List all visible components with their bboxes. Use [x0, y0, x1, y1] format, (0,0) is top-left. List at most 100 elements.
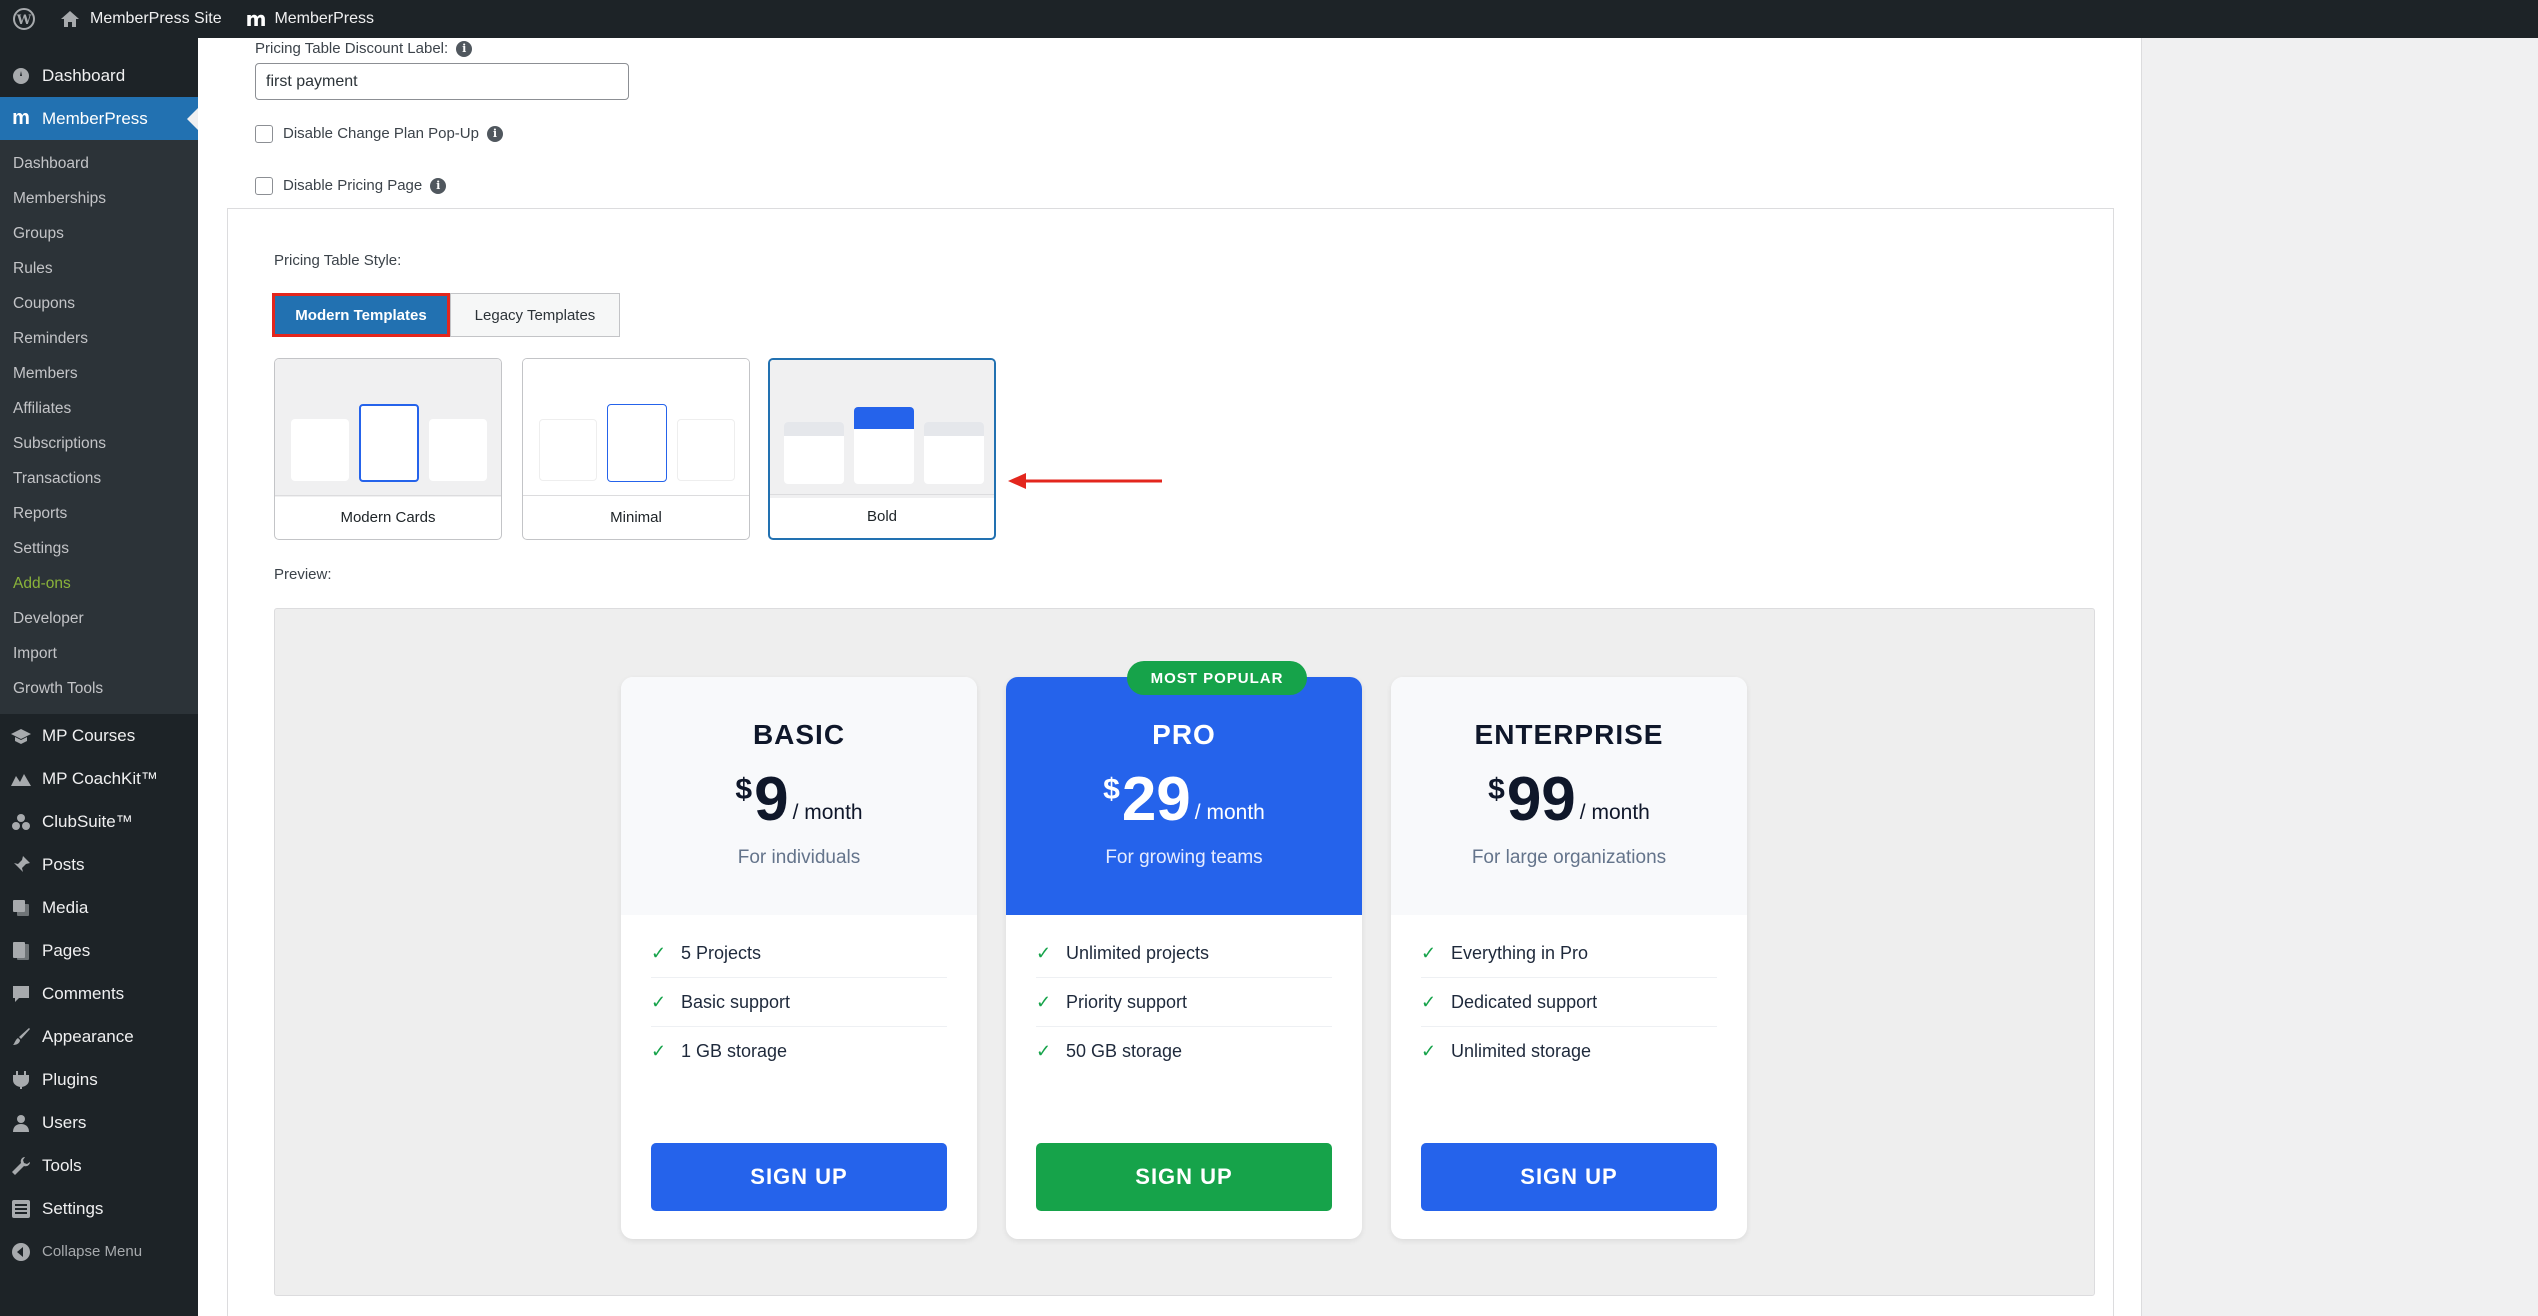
- submenu-import[interactable]: Import: [0, 636, 198, 671]
- thumb-card: [429, 419, 487, 481]
- menu-memberpress[interactable]: m MemberPress: [0, 97, 198, 140]
- submenu-addons[interactable]: Add-ons: [0, 566, 198, 601]
- submenu-reminders[interactable]: Reminders: [0, 321, 198, 356]
- site-name-link[interactable]: MemberPress Site: [48, 0, 234, 38]
- card-header: BASIC $ 9 / month For individuals: [621, 677, 977, 915]
- users-icon: [10, 1112, 32, 1134]
- signup-button-basic[interactable]: SIGN UP: [651, 1143, 947, 1211]
- template-bold[interactable]: Bold: [768, 358, 996, 540]
- submenu-subscriptions[interactable]: Subscriptions: [0, 426, 198, 461]
- template-modern-cards[interactable]: Modern Cards: [274, 358, 502, 540]
- feature-item: ✓ Dedicated support: [1421, 978, 1717, 1027]
- template-thumbnail: [275, 359, 501, 497]
- info-icon[interactable]: i: [456, 40, 473, 57]
- courses-icon: [10, 725, 32, 747]
- pin-icon: [10, 854, 32, 876]
- disable-pricing-page-checkbox[interactable]: [255, 177, 273, 195]
- menu-media[interactable]: Media: [0, 886, 198, 929]
- submenu-affiliates[interactable]: Affiliates: [0, 391, 198, 426]
- tab-legacy-templates[interactable]: Legacy Templates: [450, 293, 620, 337]
- submenu-settings[interactable]: Settings: [0, 531, 198, 566]
- check-icon: ✓: [651, 1041, 667, 1061]
- home-icon: [60, 10, 80, 28]
- pricing-card-enterprise: ENTERPRISE $ 99 / month For large organi…: [1391, 677, 1747, 1239]
- template-thumbnail: [523, 359, 749, 497]
- submenu-growth-tools[interactable]: Growth Tools: [0, 671, 198, 706]
- menu-appearance-label: Appearance: [42, 1026, 134, 1046]
- menu-mp-coachkit[interactable]: MP CoachKit™: [0, 757, 198, 800]
- feature-item: ✓ Basic support: [651, 978, 947, 1027]
- feature-text: Everything in Pro: [1451, 942, 1589, 963]
- menu-mp-courses[interactable]: MP Courses: [0, 714, 198, 757]
- menu-settings-label: Settings: [42, 1198, 104, 1218]
- submenu-coupons[interactable]: Coupons: [0, 286, 198, 321]
- template-minimal[interactable]: Minimal: [522, 358, 750, 540]
- submenu-members[interactable]: Members: [0, 356, 198, 391]
- disable-change-plan-label: Disable Change Plan Pop-Up: [283, 125, 479, 142]
- menu-comments[interactable]: Comments: [0, 972, 198, 1015]
- feature-text: 1 GB storage: [681, 1041, 788, 1061]
- feature-list: ✓ Everything in Pro ✓ Dedicated support ✓ U…: [1421, 929, 1717, 1076]
- menu-users[interactable]: Users: [0, 1101, 198, 1144]
- annotation-arrow-icon: [1008, 473, 1162, 489]
- collapse-menu-button[interactable]: Collapse Menu: [0, 1230, 198, 1273]
- menu-dashboard-label: Dashboard: [42, 65, 126, 85]
- menu-tools[interactable]: Tools: [0, 1144, 198, 1187]
- currency-symbol: $: [1103, 773, 1120, 806]
- menu-clubsuite[interactable]: ClubSuite™: [0, 800, 198, 843]
- plan-price: $ 9 / month: [621, 769, 977, 831]
- feature-text: Dedicated support: [1451, 991, 1598, 1012]
- feature-item: ✓ Everything in Pro: [1421, 929, 1717, 978]
- tab-modern-templates[interactable]: Modern Templates: [272, 293, 450, 337]
- submenu-reports[interactable]: Reports: [0, 496, 198, 531]
- main-content: Pricing Table Discount Label: i Disable …: [198, 38, 2538, 1316]
- wrench-icon: [10, 1155, 32, 1177]
- submenu-developer[interactable]: Developer: [0, 601, 198, 636]
- pricing-preview: MOST POPULAR BASIC $ 9 / month For indiv…: [274, 608, 2095, 1296]
- submenu-memberships[interactable]: Memberships: [0, 181, 198, 216]
- menu-settings[interactable]: Settings: [0, 1187, 198, 1230]
- menu-dashboard[interactable]: Dashboard: [0, 54, 198, 97]
- menu-posts[interactable]: Posts: [0, 843, 198, 886]
- thumb-card: [677, 419, 735, 481]
- disable-pricing-page-label: Disable Pricing Page: [283, 177, 423, 194]
- plan-description: For growing teams: [1105, 847, 1263, 868]
- submenu-transactions[interactable]: Transactions: [0, 461, 198, 496]
- menu-appearance[interactable]: Appearance: [0, 1015, 198, 1058]
- comments-icon: [10, 983, 32, 1005]
- menu-posts-label: Posts: [42, 854, 85, 874]
- svg-text:W: W: [16, 13, 32, 28]
- info-icon[interactable]: i: [486, 125, 503, 142]
- submenu-groups[interactable]: Groups: [0, 216, 198, 251]
- menu-pages[interactable]: Pages: [0, 929, 198, 972]
- feature-item: ✓ 5 Projects: [651, 929, 947, 978]
- feature-text: Priority support: [1066, 991, 1188, 1012]
- menu-mp-coachkit-label: MP CoachKit™: [42, 768, 158, 788]
- price-period: / month: [792, 801, 863, 824]
- template-thumbnail: [770, 360, 994, 498]
- paintbrush-icon: [10, 1026, 32, 1048]
- submenu-dashboard[interactable]: Dashboard: [0, 146, 198, 181]
- info-icon[interactable]: i: [430, 177, 447, 194]
- thumb-card: [924, 422, 984, 484]
- signup-button-pro[interactable]: SIGN UP: [1036, 1143, 1332, 1211]
- check-icon: ✓: [651, 991, 667, 1012]
- check-icon: ✓: [1421, 1041, 1437, 1061]
- feature-item: ✓ 1 GB storage: [651, 1027, 947, 1076]
- feature-text: 5 Projects: [681, 942, 762, 963]
- menu-memberpress-label: MemberPress: [42, 108, 148, 128]
- signup-button-enterprise[interactable]: SIGN UP: [1421, 1143, 1717, 1211]
- submenu-rules[interactable]: Rules: [0, 251, 198, 286]
- menu-clubsuite-label: ClubSuite™: [42, 811, 133, 831]
- template-caption: Bold: [770, 494, 994, 538]
- discount-label-input[interactable]: [255, 63, 629, 100]
- wordpress-logo-icon[interactable]: W: [0, 0, 48, 38]
- feature-text: Basic support: [681, 991, 791, 1012]
- thumb-card: [539, 419, 597, 481]
- memberpress-adminbar-link[interactable]: m MemberPress: [234, 0, 386, 38]
- menu-plugins[interactable]: Plugins: [0, 1058, 198, 1101]
- template-caption: Modern Cards: [275, 495, 501, 539]
- check-icon: ✓: [1036, 942, 1052, 963]
- media-icon: [10, 897, 32, 919]
- disable-change-plan-checkbox[interactable]: [255, 125, 273, 143]
